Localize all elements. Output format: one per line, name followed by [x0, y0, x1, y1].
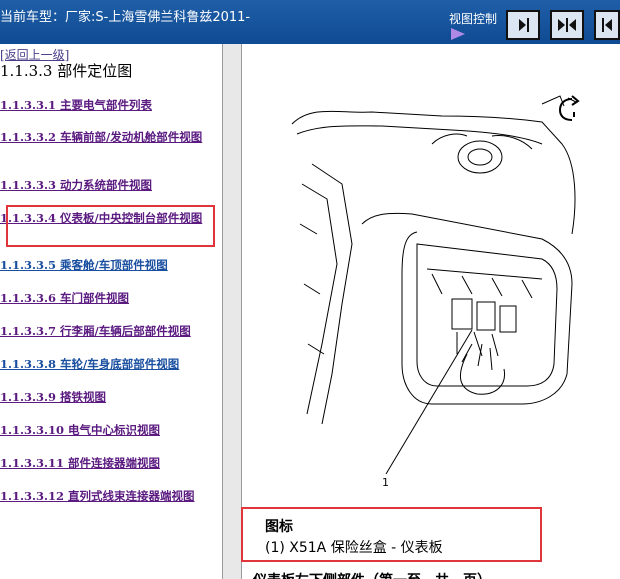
diagram-pane: 1: [242, 44, 620, 579]
pane-splitter[interactable]: [222, 44, 242, 579]
callout-number: 1: [382, 476, 389, 489]
selected-item-highlight: [6, 205, 215, 247]
expand-right-button[interactable]: [506, 10, 540, 40]
dashboard-parts-diagram: 1: [291, 95, 580, 489]
sidebar-item-trunk-rear[interactable]: 1.1.3.3.7 行李厢/车辆后部部件视图: [0, 323, 191, 339]
arrow-left-bar-icon: [602, 18, 612, 32]
sidebar-item-wheels-underbody[interactable]: 1.1.3.3.8 车轮/车身底部部件视图: [0, 356, 179, 372]
sidebar-item-doors[interactable]: 1.1.3.3.6 车门部件视图: [0, 290, 129, 306]
sidebar: [返回上一级] 1.1.3.3 部件定位图 1.1.3.3.1 主要电气部件列表…: [0, 44, 222, 579]
legend-item: (1) X51A 保险丝盒 - 仪表板: [265, 540, 443, 556]
view-control-label: 视图控制: [449, 12, 498, 26]
sidebar-item-cabin-roof[interactable]: 1.1.3.3.5 乘客舱/车顶部件视图: [0, 257, 168, 273]
expand-left-button[interactable]: [594, 10, 620, 40]
section-title: 1.1.3.3 部件定位图: [0, 62, 133, 80]
arrow-right-bar-icon: [519, 18, 529, 32]
next-section-heading: 仪表板左下侧部件（第一至…共…页）: [253, 570, 491, 579]
sidebar-item-connector-end[interactable]: 1.1.3.3.11 部件连接器端视图: [0, 455, 160, 471]
sidebar-item-main-parts-list[interactable]: 1.1.3.3.1 主要电气部件列表: [0, 97, 152, 113]
top-bar: 当前车型：厂家:S-上海雪佛兰科鲁兹2011- 视图控制: [0, 0, 620, 44]
split-view-button[interactable]: [550, 10, 584, 40]
sidebar-item-inline-harness[interactable]: 1.1.3.3.12 直列式线束连接器端视图: [0, 488, 195, 504]
sidebar-item-front-engine-bay[interactable]: 1.1.3.3.2 车辆前部/发动机舱部件视图: [0, 129, 214, 145]
play-icon[interactable]: [451, 28, 465, 40]
sidebar-item-electrical-center[interactable]: 1.1.3.3.10 电气中心标识视图: [0, 422, 160, 438]
vehicle-title: 当前车型：厂家:S-上海雪佛兰科鲁兹2011-: [0, 10, 251, 25]
rotate-icon[interactable]: [558, 95, 580, 121]
sidebar-item-ground-view[interactable]: 1.1.3.3.9 搭铁视图: [0, 389, 106, 405]
double-arrow-icon: [558, 18, 576, 32]
sidebar-item-powertrain[interactable]: 1.1.3.3.3 动力系统部件视图: [0, 177, 152, 193]
legend-title: 图标: [265, 519, 293, 535]
